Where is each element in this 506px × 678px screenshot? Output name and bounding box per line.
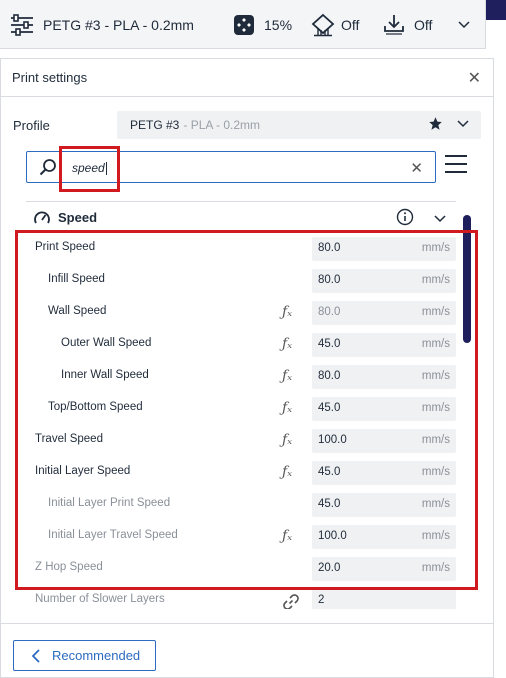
infill-indicator[interactable]: 15% [233,0,292,49]
adhesion-indicator[interactable]: Off [383,0,432,49]
window-edge [486,0,506,20]
print-settings-panel: Print settings ✕ Profile PETG #3 - PLA -… [0,58,494,678]
setting-label: Number of Slower Layers [35,593,165,605]
divider [1,623,493,624]
settings-menu-button[interactable] [445,155,467,177]
search-highlight-box [59,146,120,192]
search-icon [39,158,57,181]
info-icon[interactable] [396,208,414,231]
hamburger-icon [445,155,467,157]
chevron-down-icon[interactable] [434,210,446,228]
category-title: Speed [58,210,98,225]
speedometer-icon [33,209,51,232]
star-icon[interactable] [428,116,443,134]
profile-label: Profile [13,118,50,133]
support-value: Off [341,16,360,33]
top-toolbar: PETG #3 - PLA - 0.2mm 15% Off Off [0,0,486,49]
setting-value-input[interactable]: 2 [312,589,456,609]
chevron-down-icon[interactable] [457,117,469,131]
profile-detail: - PLA - 0.2mm [183,118,261,132]
active-profile-label: PETG #3 - PLA - 0.2mm [43,16,194,33]
infill-icon [233,14,255,36]
category-speed[interactable]: Speed [26,204,456,232]
profile-select[interactable]: PETG #3 - PLA - 0.2mm [117,111,481,139]
print-settings-toggle[interactable]: PETG #3 - PLA - 0.2mm [10,0,194,49]
chevron-down-icon [458,20,470,29]
adhesion-value: Off [414,16,433,33]
topbar-expand[interactable] [458,0,470,49]
close-icon[interactable]: ✕ [468,68,481,88]
recommended-button[interactable]: Recommended [13,640,156,671]
sliders-icon [10,13,34,36]
settings-highlight-box [15,230,478,590]
link-icon[interactable] [282,593,300,609]
support-indicator[interactable]: Off [311,0,359,49]
adhesion-icon [383,14,405,36]
panel-title: Print settings [12,70,88,85]
chevron-left-icon [31,648,40,663]
panel-header: Print settings ✕ [1,59,493,97]
recommended-label: Recommended [52,648,141,663]
divider [26,201,456,202]
profile-name: PETG #3 [130,118,180,132]
setting-value: 2 [318,594,325,606]
infill-value: 15% [264,16,293,33]
clear-icon[interactable]: ✕ [410,159,423,177]
support-icon [311,13,335,37]
